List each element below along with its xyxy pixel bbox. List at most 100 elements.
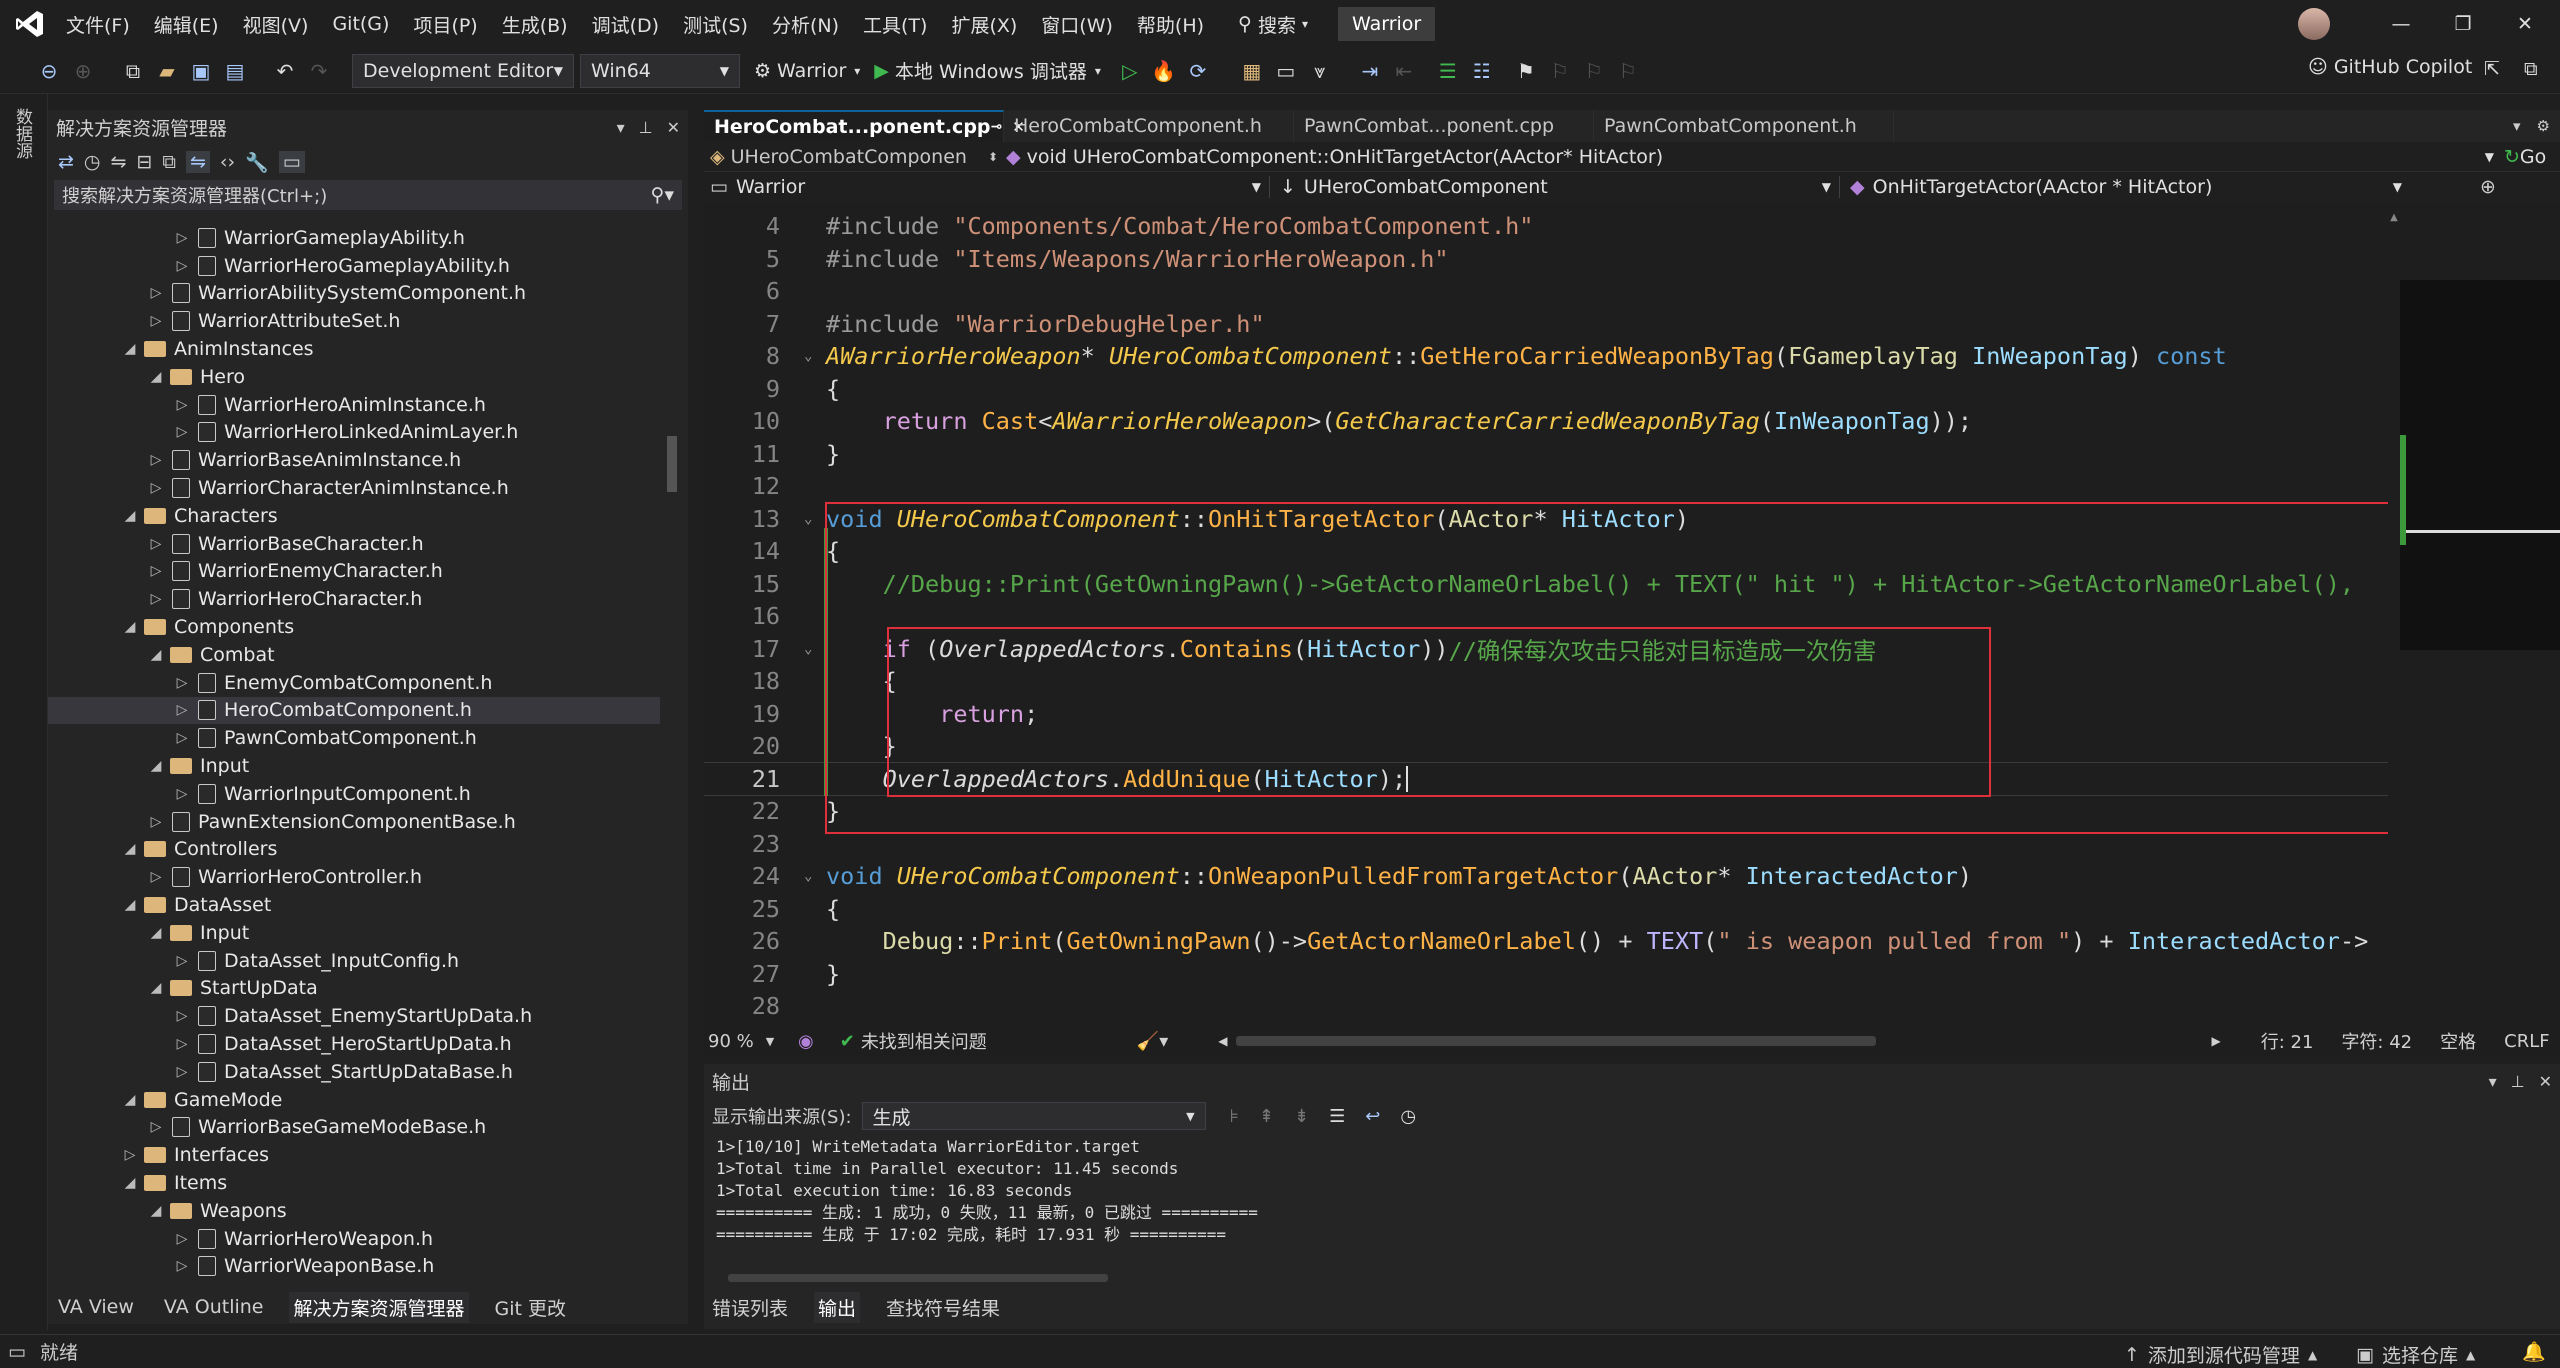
bottom-tab[interactable]: Git 更改	[491, 1292, 571, 1323]
output-tab[interactable]: 输出	[814, 1291, 861, 1323]
collapse-arrow-icon[interactable]: ◢	[120, 341, 140, 357]
data-sources-tab[interactable]: 数据源	[10, 108, 35, 159]
tree-item[interactable]: ▷ WarriorHeroLinkedAnimLayer.h	[48, 419, 660, 447]
history-icon[interactable]: ◷	[84, 151, 101, 173]
clear-bookmarks-icon[interactable]: ⚐	[1613, 56, 1643, 86]
new-project-icon[interactable]: ⧉	[118, 56, 148, 86]
share-icon[interactable]: ⇱	[2484, 58, 2500, 80]
output-tab[interactable]: 查找符号结果	[882, 1292, 1004, 1323]
tree-item[interactable]: ▷ DataAsset_EnemyStartUpData.h	[48, 1002, 660, 1030]
expand-arrow-icon[interactable]: ▷	[172, 730, 192, 746]
whitespace-indicator[interactable]: 空格	[2440, 1028, 2476, 1054]
menu-item[interactable]: 工具(T)	[863, 11, 927, 38]
configuration-select[interactable]: Development Editor ▼	[352, 53, 574, 88]
go-button[interactable]: ↻ Go	[2504, 146, 2546, 168]
tree-item[interactable]: ▷ WarriorBaseAnimInstance.h	[48, 446, 660, 474]
tree-item[interactable]: ▷ WarriorBaseGameModeBase.h	[48, 1114, 660, 1142]
preview-icon[interactable]: ▭	[278, 151, 305, 173]
collapse-arrow-icon[interactable]: ◢	[120, 897, 140, 913]
tab-overflow-icon[interactable]: ▾	[2513, 117, 2521, 135]
menu-item[interactable]: 文件(F)	[66, 11, 130, 38]
tree-item[interactable]: ▷ WarriorHeroAnimInstance.h	[48, 391, 660, 419]
tree-item[interactable]: ▷ WarriorWeaponBase.h	[48, 1252, 660, 1280]
feedback-icon[interactable]: ⧉	[2524, 58, 2538, 80]
collapse-all-icon[interactable]: ⊟	[136, 151, 152, 173]
menu-item[interactable]: 项目(P)	[413, 11, 477, 38]
tree-item[interactable]: ▷ WarriorAbilitySystemComponent.h	[48, 280, 660, 308]
expand-arrow-icon[interactable]: ▷	[146, 591, 166, 607]
expand-arrow-icon[interactable]: ▷	[172, 424, 192, 440]
outdent-icon[interactable]: ⇤	[1389, 56, 1419, 86]
tree-item[interactable]: ◢ Items	[48, 1169, 660, 1197]
prev-bookmark-icon[interactable]: ⚐	[1545, 56, 1575, 86]
copilot-button[interactable]: ☺ GitHub Copilot	[2308, 56, 2472, 78]
eol-indicator[interactable]: CRLF	[2504, 1031, 2549, 1052]
expand-arrow-icon[interactable]: ▷	[146, 480, 166, 496]
code-minimap[interactable]	[2400, 210, 2560, 1020]
expand-arrow-icon[interactable]: ▷	[172, 1258, 192, 1274]
tree-item[interactable]: ▷ HeroCombatComponent.h	[48, 696, 660, 725]
indent-icon[interactable]: ⇥	[1355, 56, 1385, 86]
tree-item[interactable]: ◢ Input	[48, 752, 660, 780]
tree-item[interactable]: ◢ Weapons	[48, 1197, 660, 1225]
scroll-left-icon[interactable]: ◀	[1218, 1034, 1227, 1048]
tree-item[interactable]: ◢ DataAsset	[48, 891, 660, 919]
tree-item[interactable]: ▷ WarriorEnemyCharacter.h	[48, 558, 660, 586]
save-icon[interactable]: ▣	[186, 56, 216, 86]
refresh-icon[interactable]: ⟳	[1183, 56, 1213, 86]
bottom-tab[interactable]: VA Outline	[160, 1294, 268, 1320]
expand-arrow-icon[interactable]: ▷	[172, 397, 192, 413]
tree-item[interactable]: ▷ EnemyCombatComponent.h	[48, 669, 660, 697]
issues-indicator[interactable]: ✔ 未找到相关问题	[840, 1028, 987, 1054]
dropdown-icon[interactable]: ▾	[617, 118, 625, 137]
bottom-tab[interactable]: VA View	[54, 1294, 138, 1320]
scroll-up-icon[interactable]: ▲	[2388, 212, 2400, 223]
tree-item[interactable]: ▷ PawnCombatComponent.h	[48, 724, 660, 752]
switch-views-icon[interactable]: ⇄	[58, 151, 74, 173]
expand-arrow-icon[interactable]: ▷	[146, 869, 166, 885]
start-debugging-button[interactable]: ▶ 本地 Windows 调试器 ▾	[874, 57, 1101, 84]
expand-arrow-icon[interactable]: ▷	[172, 1231, 192, 1247]
hot-reload-icon[interactable]: 🔥	[1149, 56, 1179, 86]
editor-tab[interactable]: HeroCombat...ponent.cpp ⊸ ✕	[704, 110, 1025, 142]
tree-item[interactable]: ◢ Hero	[48, 363, 660, 391]
tree-item[interactable]: ◢ AnimInstances	[48, 335, 660, 363]
member-dropdown[interactable]: ◆ void UHeroCombatComponent::OnHitTarget…	[1006, 146, 2494, 168]
expand-arrow-icon[interactable]: ▷	[120, 1147, 140, 1163]
expand-arrow-icon[interactable]: ▷	[146, 313, 166, 329]
char-indicator[interactable]: 字符: 42	[2341, 1028, 2412, 1054]
collapse-arrow-icon[interactable]: ◢	[120, 1092, 140, 1108]
editor-vertical-scrollbar[interactable]: ▲	[2388, 212, 2400, 1018]
tree-item[interactable]: ▷ WarriorHeroWeapon.h	[48, 1225, 660, 1253]
close-icon[interactable]: ✕	[2539, 1072, 2552, 1091]
menu-item[interactable]: Git(G)	[332, 13, 389, 35]
select-repo-button[interactable]: ▣ 选择仓库 ▲	[2356, 1341, 2475, 1368]
menu-item[interactable]: 测试(S)	[683, 11, 748, 38]
solution-search-input[interactable]: 搜索解决方案资源管理器(Ctrl+;) ⚲▾	[54, 180, 682, 210]
collapse-arrow-icon[interactable]: ◢	[146, 758, 166, 774]
menu-item[interactable]: 扩展(X)	[951, 11, 1017, 38]
back-icon[interactable]: ⊖	[34, 56, 64, 86]
expand-arrow-icon[interactable]: ▷	[172, 1008, 192, 1024]
expand-arrow-icon[interactable]: ▷	[172, 1064, 192, 1080]
next-bookmark-icon[interactable]: ⚐	[1579, 56, 1609, 86]
save-all-icon[interactable]: ▤	[220, 56, 250, 86]
find-message-icon[interactable]: ⊧	[1230, 1106, 1239, 1127]
class-dropdown[interactable]: ◈ UHeroCombatComponen ⬍	[710, 146, 1006, 168]
close-icon[interactable]: ✕	[2494, 13, 2556, 35]
expand-arrow-icon[interactable]: ▷	[146, 814, 166, 830]
tree-item[interactable]: ◢ Input	[48, 919, 660, 947]
prev-message-icon[interactable]: ⇞	[1259, 1106, 1274, 1127]
tree-item[interactable]: ◢ Combat	[48, 641, 660, 669]
search-box[interactable]: ⚲ 搜索 ▾	[1238, 11, 1308, 38]
layout-icon[interactable]: ▭	[1271, 56, 1301, 86]
expand-arrow-icon[interactable]: ▷	[146, 536, 166, 552]
avatar[interactable]	[2298, 8, 2330, 40]
tree-item[interactable]: ▷ DataAsset_InputConfig.h	[48, 947, 660, 975]
tree-item[interactable]: ▷ PawnExtensionComponentBase.h	[48, 808, 660, 836]
dropdown-icon[interactable]: ▾	[2489, 1072, 2497, 1091]
expand-arrow-icon[interactable]: ▷	[146, 1119, 166, 1135]
expand-arrow-icon[interactable]: ▷	[146, 563, 166, 579]
expand-arrow-icon[interactable]: ▷	[146, 285, 166, 301]
view-code-icon[interactable]: ‹›	[220, 151, 235, 173]
